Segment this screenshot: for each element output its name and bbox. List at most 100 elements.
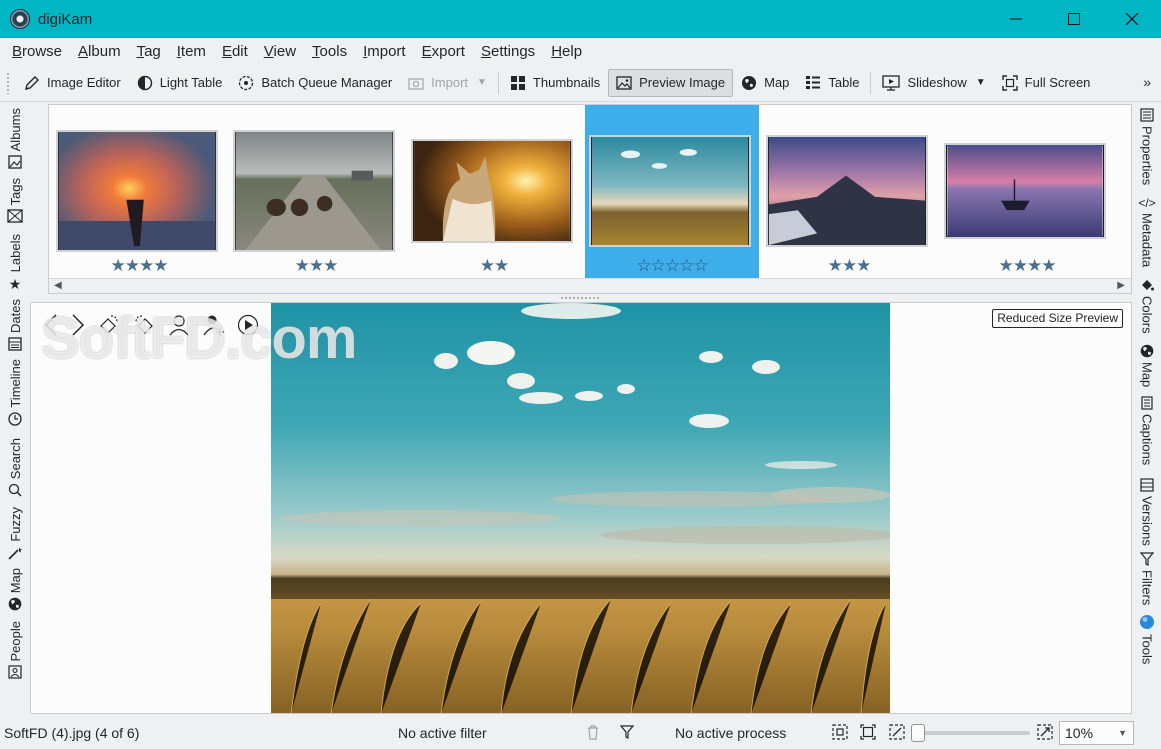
maximize-icon — [1068, 13, 1080, 25]
left-sidebar-tabs: Albums Tags Labels ★ Dates Timeline Sear… — [0, 104, 30, 716]
zoom-out-icon[interactable] — [889, 724, 905, 743]
table-label: Table — [828, 75, 860, 90]
import-dropdown-arrow[interactable]: ▼ — [477, 77, 487, 88]
close-button[interactable] — [1103, 0, 1161, 38]
reduced-size-preview-badge[interactable]: Reduced Size Preview — [992, 309, 1123, 328]
camera-icon — [408, 77, 424, 90]
import-button[interactable]: Import ▼ — [400, 69, 495, 97]
maximize-button[interactable] — [1045, 0, 1103, 38]
status-process: No active process — [675, 725, 787, 741]
tab-map-right[interactable]: Map — [1136, 344, 1158, 387]
chevron-down-icon[interactable]: ▼ — [1118, 728, 1127, 738]
tab-tools[interactable]: Tools — [1136, 614, 1158, 664]
rating-stars[interactable]: ★★★★ — [52, 256, 226, 276]
tab-timeline[interactable]: Timeline — [4, 359, 26, 426]
zoom-combo[interactable]: 10% ▼ — [1059, 721, 1134, 745]
zoom-fit-selection-icon[interactable] — [832, 724, 848, 743]
album-icon — [8, 155, 22, 170]
menu-import[interactable]: Import — [355, 43, 414, 60]
captions-icon — [1141, 396, 1153, 410]
thumb-boat-lake — [944, 143, 1106, 239]
menu-help[interactable]: Help — [543, 43, 590, 60]
tab-tags[interactable]: Tags — [4, 178, 26, 224]
menu-export[interactable]: Export — [414, 43, 473, 60]
thumbnail-item[interactable]: ★★★★ — [940, 105, 1114, 278]
tab-filters[interactable]: Filters — [1136, 552, 1158, 605]
thumb-mountain-dusk — [766, 135, 928, 247]
scroll-left-arrow[interactable]: ◀ — [54, 280, 62, 291]
panel-splitter[interactable] — [560, 296, 600, 300]
rating-stars[interactable]: ★★★ — [229, 256, 403, 276]
toolbar-overflow-button[interactable]: » — [1143, 74, 1151, 90]
toolbar-separator — [497, 71, 499, 94]
main-toolbar: Image Editor Light Table Batch Queue Man… — [0, 64, 1161, 102]
zoom-slider-handle[interactable] — [911, 724, 925, 742]
zoom-slider[interactable] — [911, 724, 1030, 742]
tab-dates[interactable]: Dates — [4, 299, 26, 351]
menu-edit[interactable]: Edit — [214, 43, 256, 60]
tab-labels[interactable]: Labels ★ — [4, 234, 26, 293]
trash-icon[interactable] — [586, 724, 600, 743]
thumbnail-item[interactable]: ★★★★ — [52, 105, 226, 278]
slideshow-dropdown-arrow[interactable]: ▼ — [976, 77, 986, 88]
menu-view[interactable]: View — [256, 43, 304, 60]
tab-fuzzy[interactable]: Fuzzy — [4, 507, 26, 560]
tab-people[interactable]: People — [4, 621, 26, 680]
tab-colors[interactable]: Colors — [1136, 278, 1158, 334]
preview-image-button[interactable]: Preview Image — [608, 68, 734, 97]
thumbnail-item[interactable]: ★★ — [407, 105, 581, 278]
tab-captions-label: Captions — [1139, 414, 1155, 466]
filter-icon[interactable] — [619, 724, 635, 743]
menu-browse[interactable]: Browse — [4, 43, 70, 60]
tab-captions[interactable]: Captions — [1136, 396, 1158, 465]
rating-stars[interactable]: ★★★★ — [940, 256, 1114, 276]
thumbnail-scrollbar[interactable]: ◀ ▶ — [49, 278, 1131, 293]
thumbnail-item[interactable]: ★★★ — [762, 105, 936, 278]
slideshow-button[interactable]: Slideshow ▼ — [874, 69, 993, 97]
menu-tools[interactable]: Tools — [304, 43, 355, 60]
tab-properties-label: Properties — [1139, 126, 1155, 186]
thumbnails-label: Thumbnails — [532, 75, 601, 90]
menu-settings[interactable]: Settings — [473, 43, 543, 60]
tab-versions[interactable]: Versions — [1136, 478, 1158, 546]
thumbnail-item-selected[interactable]: ☆☆☆☆☆ — [585, 105, 759, 278]
tab-fuzzy-label: Fuzzy — [7, 507, 23, 542]
versions-icon — [1140, 478, 1154, 492]
minimize-button[interactable] — [987, 0, 1045, 38]
tab-albums[interactable]: Albums — [4, 108, 26, 170]
zoom-fit-window-icon[interactable] — [860, 724, 876, 743]
scroll-right-arrow[interactable]: ▶ — [1117, 280, 1125, 291]
tab-search[interactable]: Search — [4, 438, 26, 497]
full-screen-button[interactable]: Full Screen — [994, 69, 1099, 97]
tab-map[interactable]: Map — [4, 568, 26, 611]
thumb-cat-sunset — [411, 139, 573, 243]
zoom-in-icon[interactable] — [1037, 724, 1053, 743]
rating-stars[interactable]: ★★ — [407, 256, 581, 276]
zoom-value: 10% — [1065, 725, 1094, 741]
light-table-button[interactable]: Light Table — [129, 69, 231, 97]
map-button[interactable]: Map — [733, 69, 797, 97]
tab-tags-label: Tags — [7, 178, 23, 206]
tab-metadata[interactable]: </> Metadata — [1136, 196, 1158, 267]
search-icon — [8, 484, 22, 497]
menu-tag[interactable]: Tag — [129, 43, 169, 60]
map-label: Map — [764, 75, 790, 90]
toolbar-grip[interactable] — [6, 71, 10, 94]
image-editor-button[interactable]: Image Editor — [16, 69, 129, 97]
preview-image[interactable] — [271, 303, 890, 714]
tab-properties[interactable]: Properties — [1136, 108, 1158, 185]
thumbnail-item[interactable]: ★★★ — [229, 105, 403, 278]
image-editor-label: Image Editor — [47, 75, 121, 90]
window-title: digiKam — [38, 10, 93, 28]
rating-stars[interactable]: ★★★ — [762, 256, 936, 276]
table-button[interactable]: Table — [797, 69, 867, 97]
code-icon: </> — [1138, 196, 1156, 210]
right-sidebar-tabs: Properties </> Metadata Colors Map Capti… — [1134, 104, 1161, 716]
thumbnails-button[interactable]: Thumbnails — [502, 69, 608, 97]
paint-bucket-icon — [1142, 280, 1154, 291]
rating-stars[interactable]: ☆☆☆☆☆ — [585, 256, 759, 276]
grid-icon — [510, 75, 525, 90]
menu-item[interactable]: Item — [169, 43, 214, 60]
menu-album[interactable]: Album — [70, 43, 129, 60]
batch-queue-manager-button[interactable]: Batch Queue Manager — [230, 69, 400, 97]
